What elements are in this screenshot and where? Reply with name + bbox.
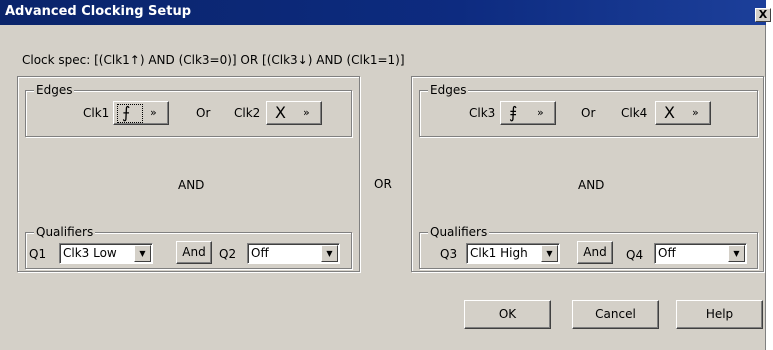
dropdown-arrow-icon[interactable]: ▼ xyxy=(541,245,558,262)
clk3-edge-button[interactable]: ⨎ » xyxy=(500,101,556,125)
q3-value: Clk1 High xyxy=(470,246,528,260)
qualifiers-legend: Qualifiers xyxy=(34,225,96,239)
help-button[interactable]: Help xyxy=(676,300,763,329)
clk4-edge-button[interactable]: X » xyxy=(655,101,711,125)
ok-button[interactable]: OK xyxy=(464,300,551,329)
chevron-down-icon: » xyxy=(303,106,310,119)
q3-label: Q3 xyxy=(440,247,458,261)
advanced-clocking-dialog: Advanced Clocking Setup X Clock spec: [(… xyxy=(0,0,771,350)
clock-spec-text: Clock spec: [(Clk1↑) AND (Clk3=0)] OR [(… xyxy=(22,53,405,67)
and-label: AND xyxy=(178,178,205,192)
q1-select[interactable]: Clk3 Low ▼ xyxy=(59,243,153,264)
dropdown-arrow-icon[interactable]: ▼ xyxy=(321,245,338,262)
clk2-edge-button[interactable]: X » xyxy=(266,101,322,125)
edges-legend: Edges xyxy=(428,83,469,97)
q2-select[interactable]: Off ▼ xyxy=(247,243,340,264)
q1-label: Q1 xyxy=(29,247,47,261)
q1-value: Clk3 Low xyxy=(63,246,117,260)
chevron-down-icon: » xyxy=(692,106,699,119)
right-qualifiers-group: Qualifiers Q3 Clk1 High ▼ And Q4 Off ▼ xyxy=(419,225,758,269)
and-label: AND xyxy=(578,178,605,192)
right-term-panel: Edges Clk3 ⨎ » Or Clk4 X » AND Qualifier… xyxy=(411,76,764,272)
left-term-panel: Edges Clk1 ⨍ » Or Clk2 X » AND Qualifier… xyxy=(17,76,360,272)
edges-legend: Edges xyxy=(34,83,75,97)
clk4-label: Clk4 xyxy=(621,106,648,120)
left-qualifiers-group: Qualifiers Q1 Clk3 Low ▼ And Q2 Off ▼ xyxy=(25,225,352,269)
and-button[interactable]: And xyxy=(176,241,212,264)
or-label: Or xyxy=(196,106,211,120)
q3-select[interactable]: Clk1 High ▼ xyxy=(466,243,560,264)
or-label: Or xyxy=(581,106,596,120)
dropdown-arrow-icon[interactable]: ▼ xyxy=(134,245,151,262)
close-button[interactable]: X xyxy=(755,8,771,22)
chevron-down-icon: » xyxy=(537,106,544,119)
clk3-label: Clk3 xyxy=(469,106,496,120)
title-bar[interactable]: Advanced Clocking Setup xyxy=(0,0,766,25)
chevron-down-icon: » xyxy=(150,106,157,119)
falling-edge-icon: ⨎ xyxy=(509,103,518,122)
rising-edge-icon: ⨍ xyxy=(122,103,131,122)
clk1-edge-button[interactable]: ⨍ » xyxy=(113,101,169,125)
q2-value: Off xyxy=(251,246,269,260)
clk2-label: Clk2 xyxy=(234,106,261,120)
dropdown-arrow-icon[interactable]: ▼ xyxy=(728,245,745,262)
cancel-button[interactable]: Cancel xyxy=(572,300,659,329)
and-button[interactable]: And xyxy=(577,241,613,264)
right-edges-group: Edges Clk3 ⨎ » Or Clk4 X » xyxy=(419,83,758,137)
q2-label: Q2 xyxy=(219,247,237,261)
dont-care-icon: X xyxy=(275,103,286,122)
q4-label: Q4 xyxy=(626,248,644,262)
q4-select[interactable]: Off ▼ xyxy=(654,243,747,264)
dont-care-icon: X xyxy=(664,103,675,122)
clk1-label: Clk1 xyxy=(83,106,110,120)
window-title: Advanced Clocking Setup xyxy=(5,4,191,19)
left-edges-group: Edges Clk1 ⨍ » Or Clk2 X » xyxy=(25,83,352,137)
q4-value: Off xyxy=(658,246,676,260)
or-connector: OR xyxy=(374,177,392,191)
qualifiers-legend: Qualifiers xyxy=(428,225,490,239)
